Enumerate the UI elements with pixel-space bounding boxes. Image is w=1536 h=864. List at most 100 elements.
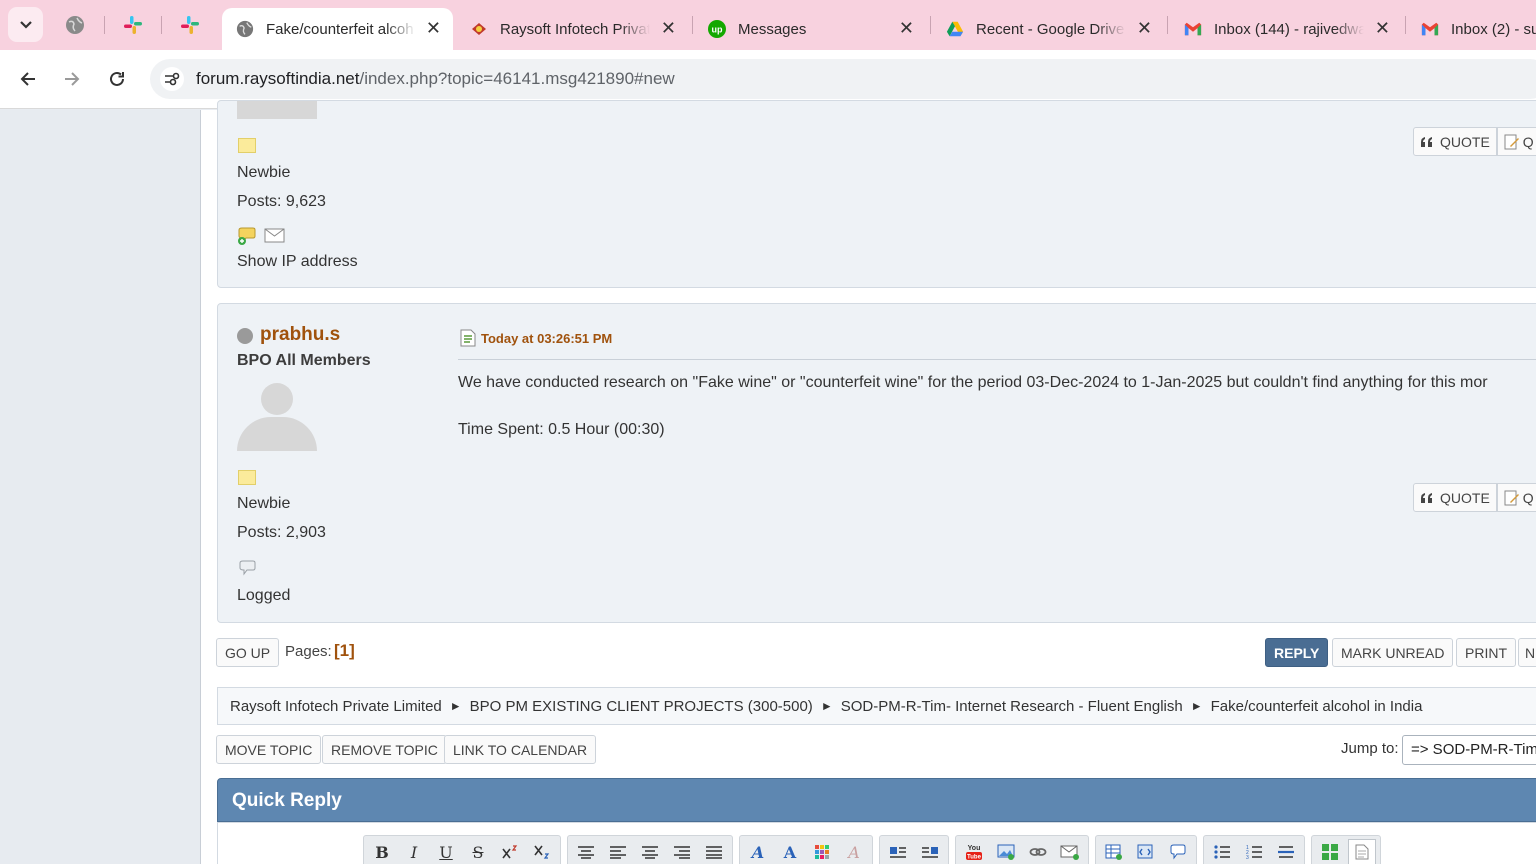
rank-star-icon <box>238 470 256 485</box>
quote-button[interactable]: QUOTE <box>1413 483 1497 512</box>
close-tab-icon[interactable]: ✕ <box>661 19 676 37</box>
float-right-icon[interactable] <box>916 839 944 864</box>
forward-button[interactable] <box>58 65 86 93</box>
poster-username[interactable]: prabhu.s <box>260 324 340 346</box>
tab-messages[interactable]: up Messages ✕ <box>694 8 926 50</box>
subscript-icon[interactable] <box>528 839 556 864</box>
toggle-view-icon[interactable] <box>1316 839 1344 864</box>
breadcrumb-item[interactable]: Fake/counterfeit alcohol in India <box>1211 698 1423 715</box>
strikethrough-icon[interactable]: S <box>464 839 492 864</box>
avatar <box>237 101 317 119</box>
font-face-icon[interactable]: A <box>744 839 772 864</box>
bold-icon[interactable]: B <box>368 839 396 864</box>
email-icon[interactable] <box>264 228 285 243</box>
quick-reply-title: Quick Reply <box>232 790 342 811</box>
print-button[interactable]: PRINT <box>1456 638 1516 667</box>
personal-message-icon[interactable] <box>238 560 258 576</box>
notify-button[interactable]: N <box>1518 638 1536 667</box>
image-icon[interactable] <box>992 839 1020 864</box>
tab-title: Messages <box>738 20 807 38</box>
breadcrumb-item[interactable]: BPO PM EXISTING CLIENT PROJECTS (300-500… <box>470 698 813 715</box>
breadcrumb-separator: ► <box>1190 699 1203 713</box>
avatar <box>237 383 317 451</box>
bullet-list-icon[interactable] <box>1208 839 1236 864</box>
quick-edit-button[interactable]: Q <box>1496 127 1536 156</box>
slack-icon <box>181 16 199 34</box>
quote-button[interactable]: QUOTE <box>1413 127 1497 156</box>
breadcrumb-item[interactable]: Raysoft Infotech Private Limited <box>230 698 442 715</box>
quick-edit-label: Q <box>1522 133 1534 150</box>
jump-to-select[interactable]: => SOD-PM-R-Tim <box>1402 735 1536 765</box>
tab-search-button[interactable] <box>8 7 43 42</box>
font-color-icon[interactable] <box>808 839 836 864</box>
float-left-icon[interactable] <box>884 839 912 864</box>
tab-fake-counterfeit[interactable]: Fake/counterfeit alcoh ✕ <box>222 8 453 50</box>
quote-icon <box>1421 492 1432 503</box>
reload-button[interactable] <box>103 65 131 93</box>
post-previous: Newbie Posts: 9,623 Show IP address QUOT… <box>217 100 1536 288</box>
pinned-tab-slack-1[interactable] <box>120 12 146 38</box>
quote-icon <box>1421 136 1432 147</box>
font-size-icon[interactable]: A <box>776 839 804 864</box>
tab-google-drive[interactable]: Recent - Google Drive ✕ <box>932 8 1164 50</box>
quote-label: QUOTE <box>1440 133 1490 150</box>
address-bar[interactable]: forum.raysoftindia.net/index.php?topic=4… <box>150 59 1536 99</box>
tab-gmail-inbox-2[interactable]: Inbox (2) - su <box>1407 8 1536 50</box>
editor-group-media: You Tube <box>955 835 1089 864</box>
show-ip-link[interactable]: Show IP address <box>237 253 358 271</box>
insert-quote-icon[interactable] <box>1164 839 1192 864</box>
site-info-icon[interactable] <box>160 67 184 91</box>
remove-topic-button[interactable]: REMOVE TOPIC <box>322 735 447 764</box>
align-left-icon[interactable] <box>604 839 632 864</box>
horizontal-rule-icon[interactable] <box>1272 839 1300 864</box>
move-topic-button[interactable]: MOVE TOPIC <box>216 735 322 764</box>
reply-button[interactable]: REPLY <box>1265 638 1329 667</box>
back-button[interactable] <box>14 65 42 93</box>
post-date-link[interactable]: Today at 03:26:51 PM <box>481 331 612 346</box>
quick-reply-header[interactable]: Quick Reply <box>217 778 1536 822</box>
remove-format-icon[interactable]: A <box>840 839 868 864</box>
go-up-button[interactable]: GO UP <box>216 638 280 667</box>
quick-edit-button[interactable]: Q <box>1496 483 1536 512</box>
close-tab-icon[interactable]: ✕ <box>1375 19 1390 37</box>
arrow-left-icon <box>20 72 35 86</box>
edit-icon <box>1504 134 1519 149</box>
source-mode-icon[interactable] <box>1348 839 1376 864</box>
mark-unread-button[interactable]: MARK UNREAD <box>1332 638 1454 667</box>
insert-table-icon[interactable] <box>1100 839 1128 864</box>
arrow-right-icon <box>65 72 80 86</box>
underline-icon[interactable]: U <box>432 839 460 864</box>
italic-icon[interactable]: I <box>400 839 428 864</box>
personal-message-icon[interactable] <box>237 227 257 245</box>
quick-edit-label: Q <box>1522 489 1534 506</box>
tab-gmail-inbox-144[interactable]: Inbox (144) - rajivedwa ✕ <box>1170 8 1402 50</box>
align-center-icon[interactable] <box>636 839 664 864</box>
rank-star-icon <box>238 138 256 153</box>
tab-separator <box>1405 16 1406 34</box>
post-count: Posts: 2,903 <box>237 524 326 541</box>
pinned-tab-globe[interactable] <box>62 12 88 38</box>
numbered-list-icon[interactable]: 123 <box>1240 839 1268 864</box>
close-tab-icon[interactable]: ✕ <box>899 19 914 37</box>
pages-label: Pages: <box>285 643 332 660</box>
breadcrumb-item[interactable]: SOD-PM-R-Tim- Internet Research - Fluent… <box>841 698 1183 715</box>
justify-icon[interactable] <box>700 839 728 864</box>
tab-raysoft[interactable]: Raysoft Infotech Privat ✕ <box>456 8 688 50</box>
superscript-icon[interactable] <box>496 839 524 864</box>
close-tab-icon[interactable]: ✕ <box>426 19 441 37</box>
editor-group-float <box>879 835 949 864</box>
insert-code-icon[interactable] <box>1132 839 1160 864</box>
close-tab-icon[interactable]: ✕ <box>1137 19 1152 37</box>
link-calendar-button[interactable]: LINK TO CALENDAR <box>444 735 597 764</box>
youtube-icon[interactable]: You Tube <box>960 839 988 864</box>
tab-title: Raysoft Infotech Privat <box>500 20 650 38</box>
current-page[interactable]: [1] <box>334 641 355 661</box>
align-right-icon[interactable] <box>668 839 696 864</box>
pre-format-icon[interactable] <box>572 839 600 864</box>
editor-group-align <box>567 835 733 864</box>
left-gutter <box>0 110 201 864</box>
link-icon[interactable] <box>1024 839 1052 864</box>
pinned-tab-slack-2[interactable] <box>177 12 203 38</box>
tab-separator <box>104 16 105 34</box>
insert-email-icon[interactable] <box>1056 839 1084 864</box>
